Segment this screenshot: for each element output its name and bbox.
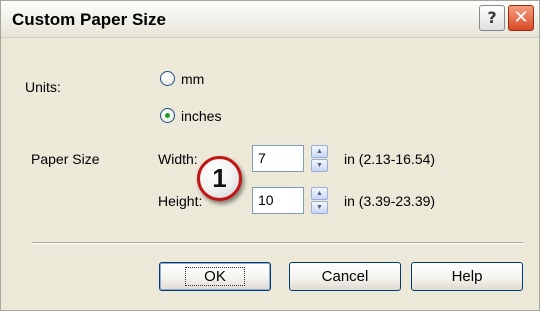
radio-selected-dot [165,113,170,118]
width-spinner[interactable]: ▲ ▼ [311,145,328,172]
dialog-title: Custom Paper Size [12,10,166,29]
radio-inches[interactable] [160,108,175,123]
step-number-callout: 1 [197,156,242,201]
help-title-button[interactable]: ? [479,5,505,31]
height-range: in (3.39-23.39) [344,193,436,209]
width-increment-icon[interactable]: ▲ [311,145,328,158]
ok-button-label: OK [185,267,245,286]
title-bar: Custom Paper Size ? ✕ [1,1,539,38]
width-decrement-icon[interactable]: ▼ [311,159,328,172]
height-spinner[interactable]: ▲ ▼ [311,187,328,214]
radio-inches-label[interactable]: inches [181,108,221,124]
height-label: Height: [158,193,203,209]
height-increment-icon[interactable]: ▲ [311,187,328,200]
width-input[interactable]: 7 [252,145,304,172]
radio-mm-label[interactable]: mm [181,71,204,87]
custom-paper-size-dialog: Custom Paper Size ? ✕ Units: mm inches P… [0,0,540,311]
help-button[interactable]: Help [411,262,523,291]
ok-button[interactable]: OK [159,262,271,291]
divider [32,242,523,244]
units-label: Units: [25,79,61,95]
paper-size-label: Paper Size [31,151,100,167]
radio-mm[interactable] [160,71,175,86]
width-range: in (2.13-16.54) [344,151,436,167]
cancel-button[interactable]: Cancel [289,262,401,291]
height-input[interactable]: 10 [252,187,304,214]
close-button[interactable]: ✕ [508,5,534,31]
width-label: Width: [158,151,198,167]
height-decrement-icon[interactable]: ▼ [311,201,328,214]
